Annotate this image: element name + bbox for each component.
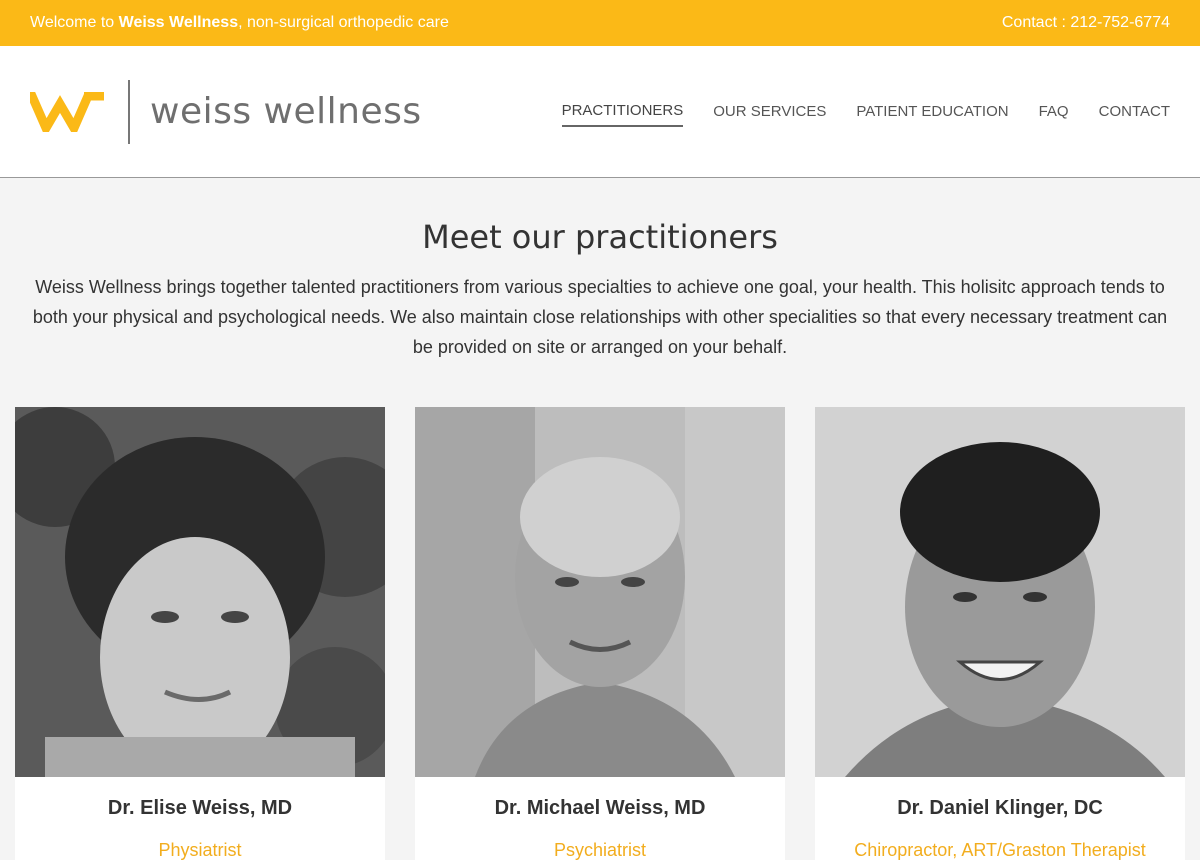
- nav-faq[interactable]: FAQ: [1039, 97, 1069, 126]
- logo-wordmark: weiss wellness: [150, 91, 422, 132]
- welcome-prefix: Welcome to: [30, 14, 119, 31]
- practitioner-role: Psychiatrist: [553, 840, 647, 860]
- page-title: Meet our practitioners: [422, 218, 778, 256]
- logo-divider: [128, 79, 130, 144]
- nav-our-services[interactable]: OUR SERVICES: [713, 97, 826, 126]
- practitioner-card[interactable]: Dr. Daniel Klinger, DC Chiropractor, ART…: [815, 407, 1185, 860]
- practitioner-name[interactable]: Dr. Michael Weiss, MD: [415, 797, 785, 820]
- nav-practitioners[interactable]: PRACTITIONERS: [561, 96, 684, 127]
- w-logo-icon: [30, 91, 104, 132]
- top-bar: Welcome to Weiss Wellness, non-surgical …: [0, 0, 1200, 46]
- welcome-text: Welcome to Weiss Wellness, non-surgical …: [30, 14, 449, 32]
- practitioner-cards: Dr. Elise Weiss, MD Physiatrist Dr. Mich…: [0, 407, 1200, 860]
- practitioner-name[interactable]: Dr. Elise Weiss, MD: [15, 797, 385, 820]
- practitioner-card[interactable]: Dr. Elise Weiss, MD Physiatrist: [15, 407, 385, 860]
- practitioner-photo[interactable]: [815, 407, 1185, 777]
- practitioner-name[interactable]: Dr. Daniel Klinger, DC: [815, 797, 1185, 820]
- welcome-suffix: , non-surgical orthopedic care: [238, 14, 449, 31]
- practitioner-role: Chiropractor, ART/Graston Therapist: [854, 840, 1146, 860]
- main-nav: PRACTITIONERS OUR SERVICES PATIENT EDUCA…: [532, 96, 1170, 127]
- intro-section: Meet our practitioners Weiss Wellness br…: [0, 178, 1200, 362]
- welcome-brand: Weiss Wellness: [118, 14, 239, 31]
- nav-patient-education[interactable]: PATIENT EDUCATION: [856, 97, 1008, 126]
- nav-contact[interactable]: CONTACT: [1099, 97, 1170, 126]
- site-header: weiss wellness PRACTITIONERS OUR SERVICE…: [0, 46, 1200, 178]
- practitioner-card[interactable]: Dr. Michael Weiss, MD Psychiatrist: [415, 407, 785, 860]
- intro-text: Weiss Wellness brings together talented …: [32, 277, 1168, 357]
- logo[interactable]: weiss wellness: [30, 79, 422, 144]
- practitioner-photo[interactable]: [15, 407, 385, 777]
- practitioner-role: Physiatrist: [158, 840, 242, 860]
- contact-phone[interactable]: Contact : 212-752-6774: [1002, 14, 1170, 32]
- practitioner-photo[interactable]: [415, 407, 785, 777]
